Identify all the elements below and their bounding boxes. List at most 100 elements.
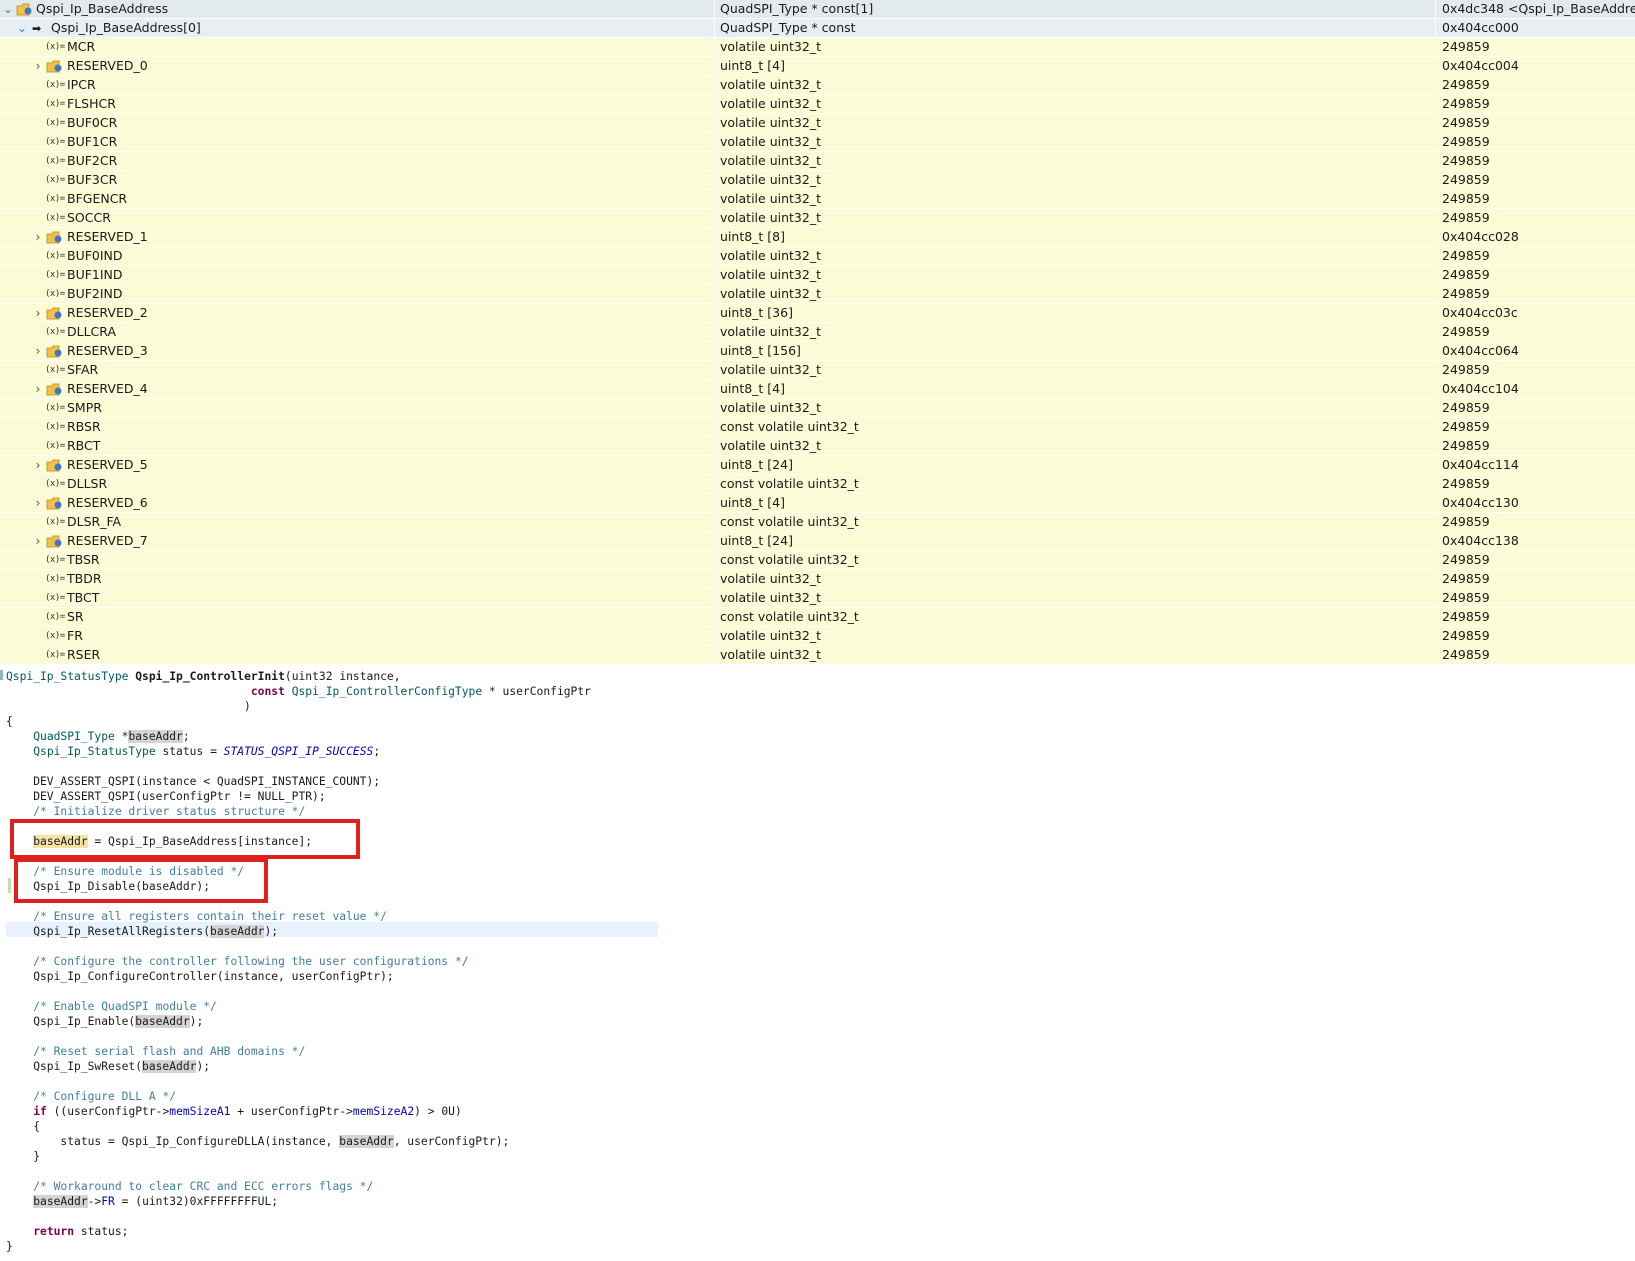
variable-row[interactable]: (x)= BUF3CR volatile uint32_t 249859 [0, 171, 1635, 190]
variable-row[interactable]: › RESERVED_6 uint8_t [4] 0x404cc130 [0, 494, 1635, 513]
variable-value[interactable]: 249859 [1437, 608, 1635, 626]
variable-value[interactable]: 249859 [1437, 171, 1635, 189]
code-token: memSizeA1 [169, 1105, 231, 1118]
variable-row[interactable]: (x)= FR volatile uint32_t 249859 [0, 627, 1635, 646]
code-line: { [6, 1119, 40, 1134]
variable-row[interactable]: (x)= BUF2IND volatile uint32_t 249859 [0, 285, 1635, 304]
variable-row[interactable]: › RESERVED_2 uint8_t [36] 0x404cc03c [0, 304, 1635, 323]
variable-value[interactable]: 0x404cc130 [1437, 494, 1635, 512]
variable-value[interactable]: 0x404cc000 [1437, 19, 1635, 37]
variable-row[interactable]: (x)= DLSR_FA const volatile uint32_t 249859 [0, 513, 1635, 532]
field-icon: (x)= [45, 612, 65, 622]
variable-value[interactable]: 0x404cc138 [1437, 532, 1635, 550]
expand-chevron-icon[interactable]: › [32, 532, 44, 550]
variable-name-cell: (x)= DLSR_FA [0, 513, 715, 531]
variable-value[interactable]: 249859 [1437, 627, 1635, 645]
expand-chevron-icon[interactable]: › [32, 57, 44, 75]
variable-name-cell: › RESERVED_2 [0, 304, 715, 322]
variable-value[interactable]: 249859 [1437, 475, 1635, 493]
variable-value[interactable]: 0x404cc114 [1437, 456, 1635, 474]
code-token: FR [101, 1195, 115, 1208]
variable-name: RESERVED_6 [67, 495, 148, 510]
variable-value[interactable]: 249859 [1437, 133, 1635, 151]
variable-row[interactable]: › RESERVED_5 uint8_t [24] 0x404cc114 [0, 456, 1635, 475]
variable-row[interactable]: (x)= RBCT volatile uint32_t 249859 [0, 437, 1635, 456]
collapse-chevron-icon[interactable]: ⌄ [2, 0, 14, 18]
variable-row[interactable]: (x)= DLLSR const volatile uint32_t 249859 [0, 475, 1635, 494]
variable-row-child[interactable]: ⌄ ➡ Qspi_Ip_BaseAddress[0] QuadSPI_Type … [0, 19, 1635, 38]
variable-row[interactable]: (x)= TBSR const volatile uint32_t 249859 [0, 551, 1635, 570]
variable-value[interactable]: 249859 [1437, 190, 1635, 208]
variable-value[interactable]: 249859 [1437, 418, 1635, 436]
variable-row[interactable]: (x)= BUF1CR volatile uint32_t 249859 [0, 133, 1635, 152]
variable-row[interactable]: (x)= SFAR volatile uint32_t 249859 [0, 361, 1635, 380]
expand-chevron-icon[interactable]: › [32, 342, 44, 360]
variable-value[interactable]: 249859 [1437, 589, 1635, 607]
variable-row[interactable]: › RESERVED_4 uint8_t [4] 0x404cc104 [0, 380, 1635, 399]
variable-value[interactable]: 249859 [1437, 247, 1635, 265]
variable-value[interactable]: 0x404cc028 [1437, 228, 1635, 246]
expand-chevron-icon[interactable]: › [32, 494, 44, 512]
variable-value[interactable]: 249859 [1437, 513, 1635, 531]
variable-row[interactable]: (x)= IPCR volatile uint32_t 249859 [0, 76, 1635, 95]
variable-row[interactable]: (x)= DLLCRA volatile uint32_t 249859 [0, 323, 1635, 342]
variable-row[interactable]: › RESERVED_1 uint8_t [8] 0x404cc028 [0, 228, 1635, 247]
expand-chevron-icon[interactable]: › [32, 456, 44, 474]
variable-row[interactable]: (x)= RBSR const volatile uint32_t 249859 [0, 418, 1635, 437]
variable-row[interactable]: › RESERVED_7 uint8_t [24] 0x404cc138 [0, 532, 1635, 551]
variable-name: SOCCR [67, 210, 111, 225]
expand-chevron-icon[interactable]: › [32, 228, 44, 246]
variable-row[interactable]: (x)= SMPR volatile uint32_t 249859 [0, 399, 1635, 418]
variable-value[interactable]: 249859 [1437, 114, 1635, 132]
code-token: Qspi_Ip_SwReset( [6, 1060, 143, 1073]
variable-value[interactable]: 249859 [1437, 285, 1635, 303]
code-token: + userConfigPtr-> [230, 1105, 353, 1118]
variable-row[interactable]: (x)= BFGENCR volatile uint32_t 249859 [0, 190, 1635, 209]
expand-chevron-icon[interactable]: › [32, 380, 44, 398]
variable-value[interactable]: 0x404cc004 [1437, 57, 1635, 75]
variable-row[interactable]: (x)= TBCT volatile uint32_t 249859 [0, 589, 1635, 608]
variable-value[interactable]: 249859 [1437, 152, 1635, 170]
variable-row[interactable]: (x)= TBDR volatile uint32_t 249859 [0, 570, 1635, 589]
variable-row[interactable]: (x)= FLSHCR volatile uint32_t 249859 [0, 95, 1635, 114]
variable-value[interactable]: 249859 [1437, 437, 1635, 455]
variable-value[interactable]: 0x404cc104 [1437, 380, 1635, 398]
variable-value[interactable]: 249859 [1437, 38, 1635, 56]
variable-value[interactable]: 249859 [1437, 570, 1635, 588]
variable-name-cell: (x)= FLSHCR [0, 95, 715, 113]
expand-chevron-icon[interactable]: › [32, 304, 44, 322]
variable-value[interactable]: 0x404cc064 [1437, 342, 1635, 360]
variable-row[interactable]: (x)= BUF0CR volatile uint32_t 249859 [0, 114, 1635, 133]
struct-icon [46, 535, 62, 548]
variable-row[interactable]: (x)= SOCCR volatile uint32_t 249859 [0, 209, 1635, 228]
variable-value[interactable]: 249859 [1437, 76, 1635, 94]
variable-row[interactable]: (x)= BUF0IND volatile uint32_t 249859 [0, 247, 1635, 266]
variable-value[interactable]: 249859 [1437, 323, 1635, 341]
code-token: ; [182, 730, 190, 743]
variable-row[interactable]: (x)= BUF2CR volatile uint32_t 249859 [0, 152, 1635, 171]
variable-value[interactable]: 249859 [1437, 95, 1635, 113]
variable-row-root[interactable]: ⌄ Qspi_Ip_BaseAddress QuadSPI_Type * con… [0, 0, 1635, 19]
variable-value[interactable]: 249859 [1437, 551, 1635, 569]
variable-value[interactable]: 249859 [1437, 646, 1635, 664]
variable-value[interactable]: 0x4dc348 <Qspi_Ip_BaseAddress> [1437, 0, 1635, 18]
variable-value[interactable]: 249859 [1437, 361, 1635, 379]
variable-value[interactable]: 249859 [1437, 266, 1635, 284]
variable-row[interactable]: › RESERVED_0 uint8_t [4] 0x404cc004 [0, 57, 1635, 76]
code-token: QuadSPI_Type [33, 730, 115, 743]
variable-row[interactable]: (x)= SR const volatile uint32_t 249859 [0, 608, 1635, 627]
variable-value[interactable]: 249859 [1437, 209, 1635, 227]
field-icon: (x)= [45, 289, 65, 299]
variable-row[interactable]: › RESERVED_3 uint8_t [156] 0x404cc064 [0, 342, 1635, 361]
variable-name-cell: › RESERVED_4 [0, 380, 715, 398]
field-icon: (x)= [45, 517, 65, 527]
variable-value[interactable]: 0x404cc03c [1437, 304, 1635, 322]
struct-icon [46, 307, 62, 320]
variable-row[interactable]: (x)= RSER volatile uint32_t 249859 [0, 646, 1635, 664]
variable-value[interactable]: 249859 [1437, 399, 1635, 417]
variable-name: RESERVED_1 [67, 229, 148, 244]
code-editor[interactable]: Qspi_Ip_StatusType Qspi_Ip_ControllerIni… [0, 664, 1635, 1261]
variable-row[interactable]: (x)= MCR volatile uint32_t 249859 [0, 38, 1635, 57]
collapse-chevron-icon[interactable]: ⌄ [16, 19, 28, 37]
variable-row[interactable]: (x)= BUF1IND volatile uint32_t 249859 [0, 266, 1635, 285]
